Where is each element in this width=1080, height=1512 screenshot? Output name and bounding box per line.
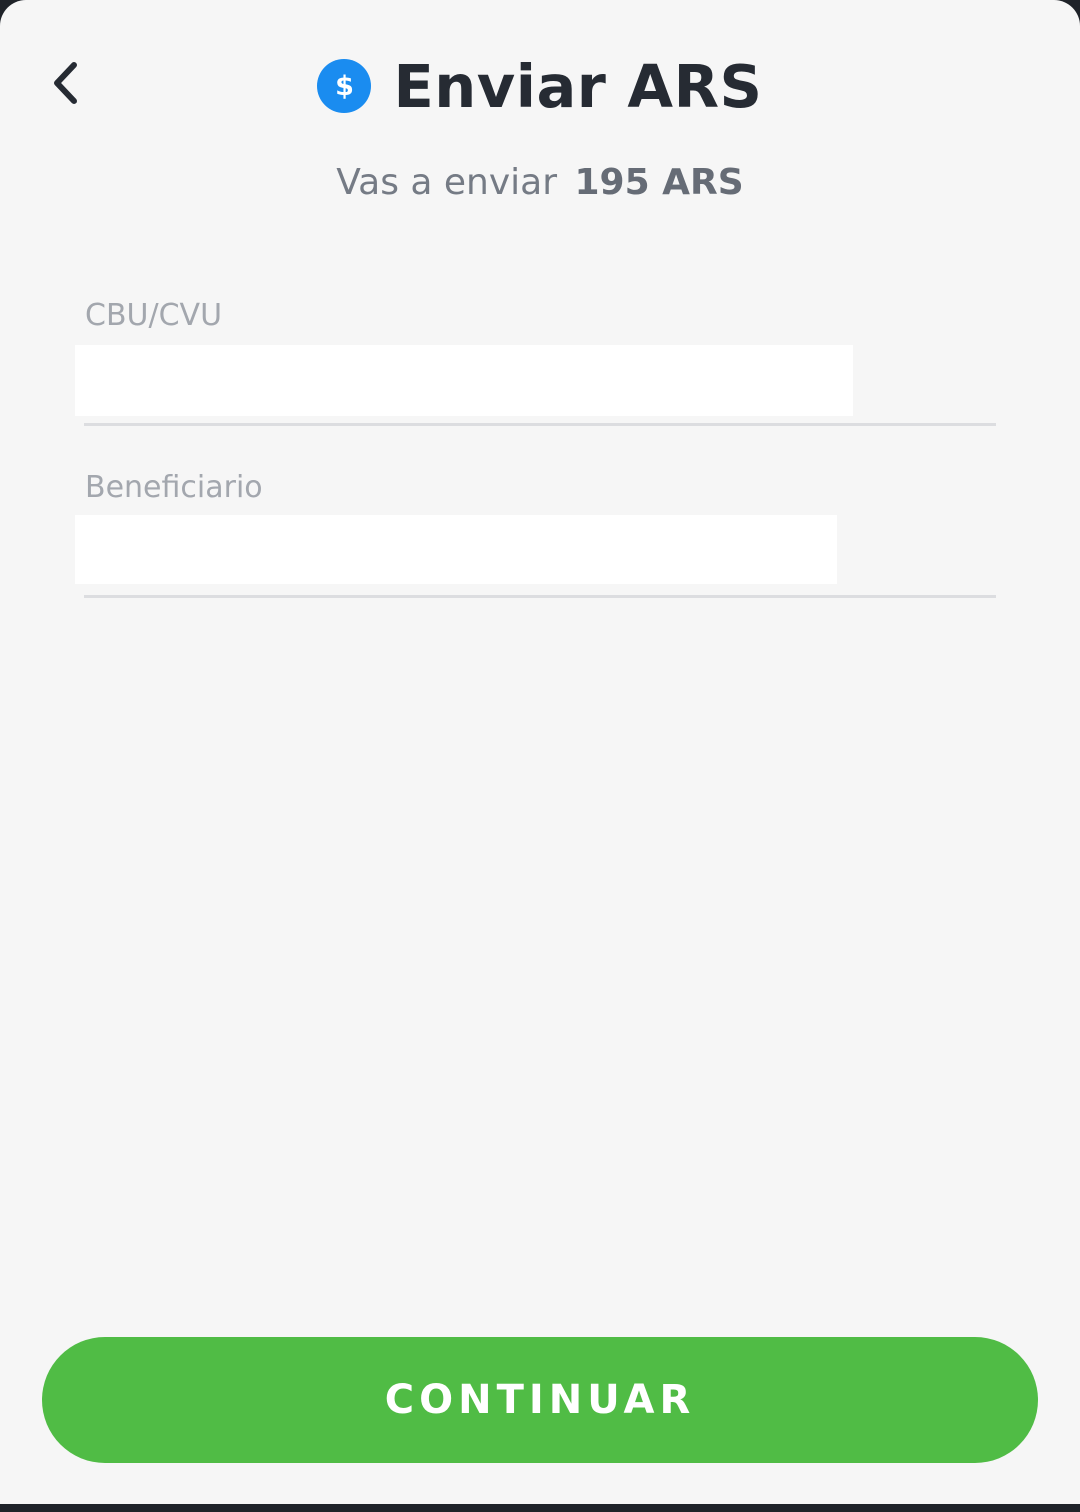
beneficiary-input[interactable] — [75, 515, 837, 584]
send-amount-summary: Vas a enviar 195 ARS — [0, 162, 1080, 203]
beneficiary-underline — [84, 595, 996, 598]
beneficiary-label: Beneficiario — [85, 470, 263, 505]
send-ars-screen: $ Enviar ARS Vas a enviar 195 ARS CBU/CV… — [0, 0, 1080, 1504]
cbu-underline — [84, 423, 996, 426]
page-header: $ Enviar ARS — [0, 48, 1080, 124]
coin-symbol: $ — [335, 70, 354, 102]
dollar-coin-icon: $ — [317, 59, 372, 113]
page-title: Enviar ARS — [393, 51, 763, 121]
summary-amount: 195 ARS — [574, 162, 744, 203]
cbu-label: CBU/CVU — [85, 298, 223, 333]
continue-button[interactable]: CONTINUAR — [42, 1337, 1038, 1463]
summary-prefix: Vas a enviar — [336, 162, 558, 203]
cbu-input[interactable] — [75, 345, 853, 416]
